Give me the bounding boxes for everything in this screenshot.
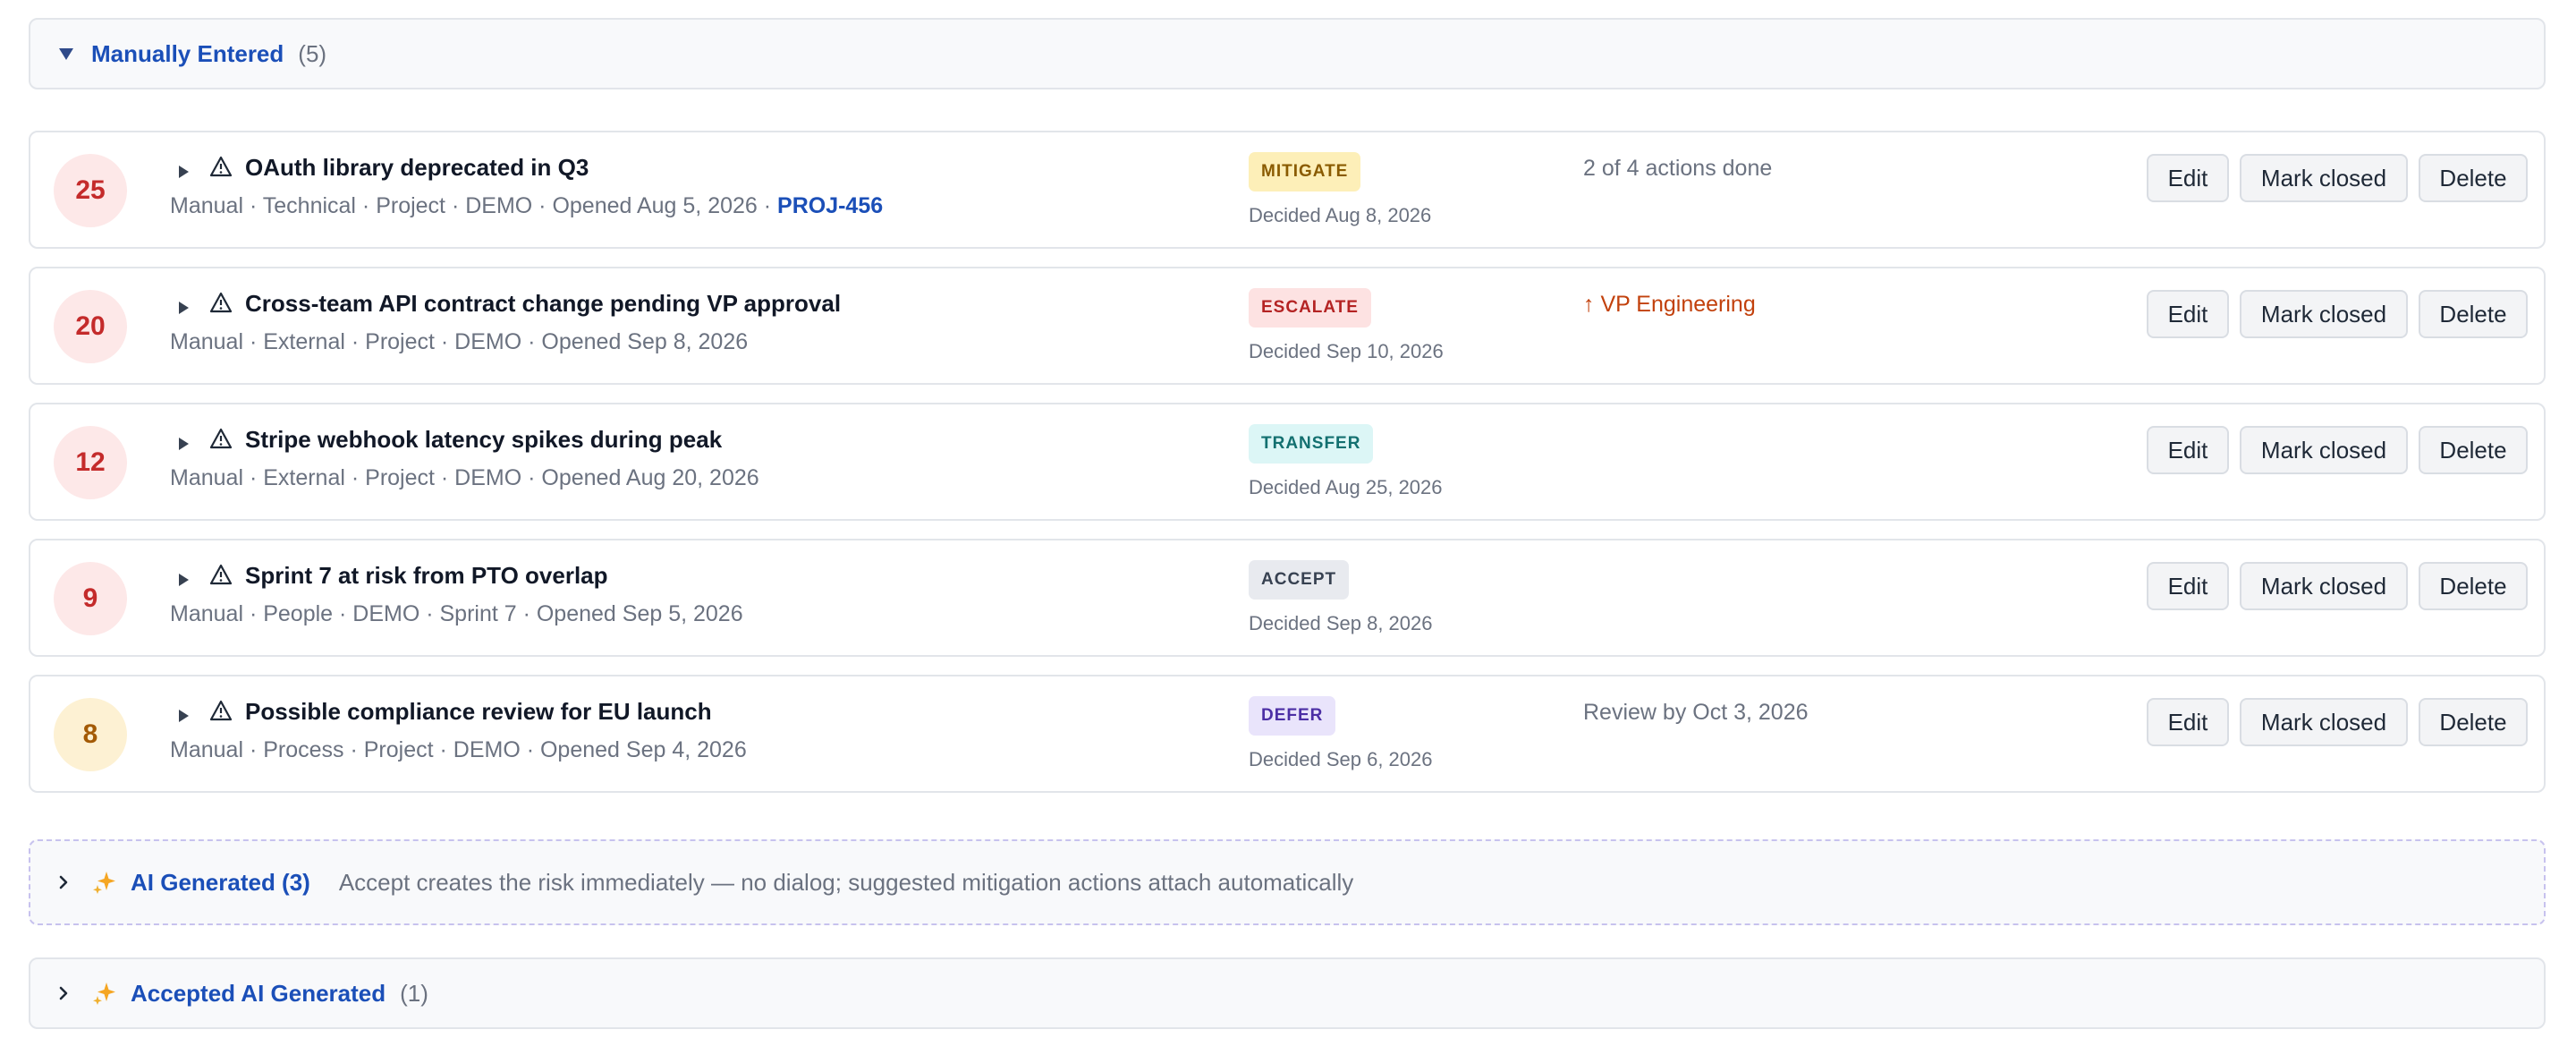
edit-button[interactable]: Edit bbox=[2147, 698, 2229, 746]
ticket-link[interactable]: PROJ-456 bbox=[777, 193, 883, 218]
risk-row[interactable]: 25 OAuth library deprecated in Q3 Manual… bbox=[29, 131, 2546, 249]
decided-date: Decided Sep 8, 2026 bbox=[1249, 612, 1433, 634]
section-title: AI Generated (3) bbox=[131, 868, 310, 896]
edit-button[interactable]: Edit bbox=[2147, 290, 2229, 338]
risk-score-badge: 25 bbox=[54, 154, 127, 227]
decided-date: Decided Sep 6, 2026 bbox=[1249, 748, 1433, 770]
risk-register-page: Manually Entered (5) 25 OAuth library de… bbox=[0, 0, 2576, 1038]
delete-button[interactable]: Delete bbox=[2419, 290, 2528, 338]
risk-row[interactable]: 9 Sprint 7 at risk from PTO overlap Manu… bbox=[29, 539, 2546, 657]
risk-title: Cross-team API contract change pending V… bbox=[245, 290, 842, 317]
risk-meta: Manual · People · DEMO · Sprint 7 · Open… bbox=[170, 601, 743, 626]
risk-title: Possible compliance review for EU launch bbox=[245, 698, 712, 725]
expand-caret-icon[interactable] bbox=[179, 166, 189, 178]
risk-score-badge: 8 bbox=[54, 698, 127, 771]
edit-button[interactable]: Edit bbox=[2147, 562, 2229, 610]
warning-icon bbox=[209, 292, 233, 313]
risk-note: 2 of 4 actions done bbox=[1583, 156, 1773, 181]
risk-meta-text: Manual · Technical · Project · DEMO · Op… bbox=[170, 193, 778, 218]
mark-closed-button[interactable]: Mark closed bbox=[2240, 562, 2408, 610]
decided-date: Decided Aug 25, 2026 bbox=[1249, 476, 1443, 498]
risk-title: OAuth library deprecated in Q3 bbox=[245, 154, 589, 181]
risk-row[interactable]: 8 Possible compliance review for EU laun… bbox=[29, 675, 2546, 793]
risk-score-badge: 9 bbox=[54, 562, 127, 635]
expand-caret-icon[interactable] bbox=[179, 302, 189, 314]
decision-badge: ACCEPT bbox=[1249, 560, 1350, 600]
risk-meta: Manual · External · Project · DEMO · Ope… bbox=[170, 329, 749, 354]
caret-down-icon bbox=[59, 47, 73, 60]
expand-caret-icon[interactable] bbox=[179, 574, 189, 586]
sparkle-icon bbox=[93, 872, 115, 894]
delete-button[interactable]: Delete bbox=[2419, 562, 2528, 610]
risk-title: Stripe webhook latency spikes during pea… bbox=[245, 426, 723, 453]
expand-caret-icon[interactable] bbox=[179, 438, 189, 450]
section-header-accepted-ai[interactable]: Accepted AI Generated (1) bbox=[29, 957, 2546, 1029]
sparkle-icon bbox=[93, 983, 115, 1005]
delete-button[interactable]: Delete bbox=[2419, 426, 2528, 474]
risk-row[interactable]: 12 Stripe webhook latency spikes during … bbox=[29, 403, 2546, 521]
risk-title: Sprint 7 at risk from PTO overlap bbox=[245, 562, 608, 589]
risk-note: Review by Oct 3, 2026 bbox=[1583, 700, 1809, 725]
section-title: Manually Entered bbox=[91, 39, 284, 67]
warning-icon bbox=[209, 700, 233, 721]
mark-closed-button[interactable]: Mark closed bbox=[2240, 290, 2408, 338]
delete-button[interactable]: Delete bbox=[2419, 698, 2528, 746]
escalation-note: ↑ VP Engineering bbox=[1583, 292, 1756, 317]
chevron-right-icon bbox=[59, 875, 68, 889]
decided-date: Decided Aug 8, 2026 bbox=[1249, 204, 1432, 226]
risk-score-badge: 12 bbox=[54, 426, 127, 499]
mark-closed-button[interactable]: Mark closed bbox=[2240, 154, 2408, 202]
section-count: (1) bbox=[400, 979, 428, 1007]
decision-badge: ESCALATE bbox=[1249, 288, 1371, 328]
warning-icon bbox=[209, 156, 233, 177]
risk-meta: Manual · Technical · Project · DEMO · Op… bbox=[170, 193, 883, 219]
section-count: (5) bbox=[298, 39, 327, 67]
risk-meta: Manual · Process · Project · DEMO · Open… bbox=[170, 737, 747, 762]
risk-meta: Manual · External · Project · DEMO · Ope… bbox=[170, 465, 759, 490]
mark-closed-button[interactable]: Mark closed bbox=[2240, 698, 2408, 746]
section-header-ai-generated[interactable]: AI Generated (3) Accept creates the risk… bbox=[29, 839, 2546, 925]
decision-badge: DEFER bbox=[1249, 696, 1336, 736]
decided-date: Decided Sep 10, 2026 bbox=[1249, 340, 1444, 362]
expand-caret-icon[interactable] bbox=[179, 710, 189, 722]
edit-button[interactable]: Edit bbox=[2147, 426, 2229, 474]
risk-score-badge: 20 bbox=[54, 290, 127, 363]
decision-badge: TRANSFER bbox=[1249, 424, 1374, 464]
mark-closed-button[interactable]: Mark closed bbox=[2240, 426, 2408, 474]
section-header-manual[interactable]: Manually Entered (5) bbox=[29, 18, 2546, 89]
edit-button[interactable]: Edit bbox=[2147, 154, 2229, 202]
section-note: Accept creates the risk immediately — no… bbox=[338, 868, 1354, 896]
chevron-right-icon bbox=[59, 986, 68, 1000]
decision-badge: MITIGATE bbox=[1249, 152, 1361, 191]
risk-row[interactable]: 20 Cross-team API contract change pendin… bbox=[29, 267, 2546, 385]
warning-icon bbox=[209, 428, 233, 449]
section-title: Accepted AI Generated bbox=[131, 979, 386, 1007]
warning-icon bbox=[209, 564, 233, 585]
delete-button[interactable]: Delete bbox=[2419, 154, 2528, 202]
